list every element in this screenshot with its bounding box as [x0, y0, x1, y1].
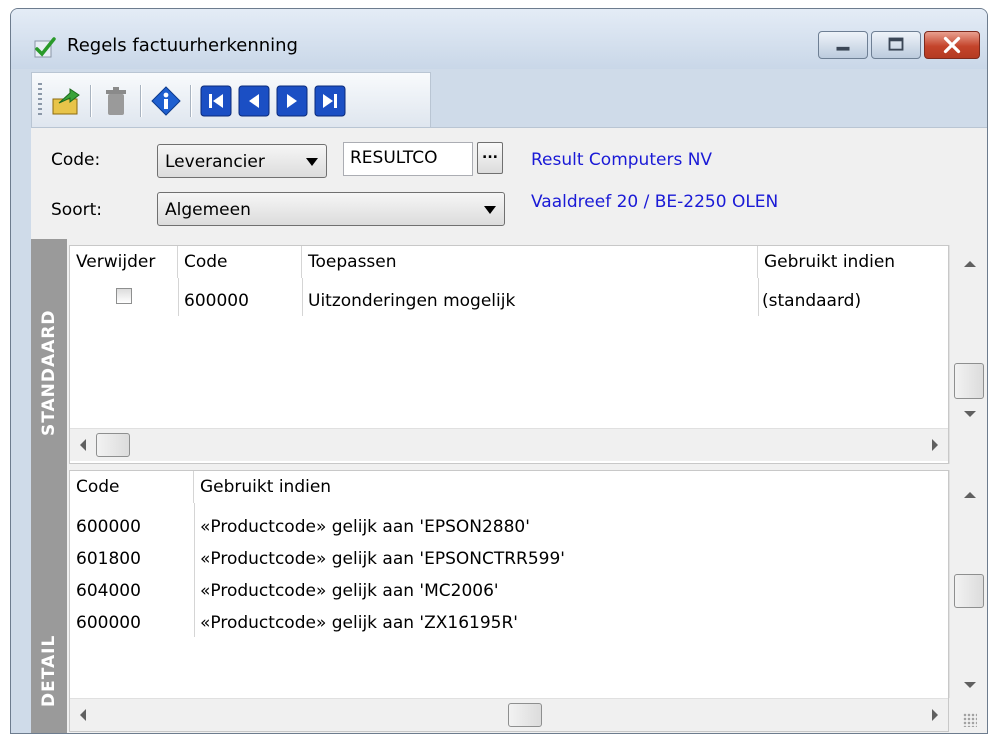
- minimize-button[interactable]: [818, 31, 868, 59]
- code-type-value: Leverancier: [165, 152, 265, 172]
- column-header-verwijder[interactable]: Verwijder: [70, 246, 178, 278]
- code-input[interactable]: RESULTCO: [343, 142, 473, 176]
- soort-dropdown[interactable]: Algemeen: [157, 192, 505, 226]
- cell-code: 601800: [76, 549, 141, 569]
- detail-label: DETAIL: [39, 634, 59, 707]
- detail-grid: Code Gebruikt indien 600000 «Productcode…: [69, 470, 949, 732]
- code-type-dropdown[interactable]: Leverancier: [157, 144, 327, 178]
- standaard-label: STANDAARD: [39, 309, 59, 436]
- standaard-section: STANDAARD Verwijder Code Toepassen Gebru…: [31, 239, 987, 464]
- window-title: Regels factuurherkenning: [67, 35, 298, 56]
- standaard-sidebar: STANDAARD: [31, 239, 67, 464]
- maximize-icon: [888, 37, 904, 51]
- check-icon: [34, 37, 56, 58]
- next-record-icon[interactable]: [276, 85, 308, 117]
- column-header-code[interactable]: Code: [70, 471, 194, 503]
- supplier-address[interactable]: Vaaldreef 20 / BE-2250 OLEN: [531, 192, 778, 212]
- minimize-icon: [836, 46, 850, 51]
- cell-gebruikt-indien: (standaard): [762, 291, 862, 311]
- detail-vertical-scrollbar[interactable]: [949, 470, 987, 698]
- maximize-button[interactable]: [871, 31, 921, 59]
- cell-code: 604000: [76, 581, 141, 601]
- column-header-code[interactable]: Code: [178, 246, 302, 278]
- chevron-down-icon: [484, 206, 496, 214]
- column-header-toepassen[interactable]: Toepassen: [302, 246, 758, 278]
- cell-code: 600000: [76, 517, 141, 537]
- resize-grip-icon[interactable]: [963, 713, 977, 727]
- cell-gebruikt-indien: «Productcode» gelijk aan 'EPSONCTRR599': [200, 549, 565, 569]
- scroll-thumb[interactable]: [954, 574, 984, 608]
- cell-gebruikt-indien: «Productcode» gelijk aan 'MC2006': [200, 581, 499, 601]
- scroll-right-icon[interactable]: [932, 439, 938, 451]
- standaard-vertical-scrollbar[interactable]: [949, 245, 987, 464]
- toolbar: [31, 72, 431, 128]
- window: Regels factuurherkenning Code: Leveranci…: [10, 8, 988, 734]
- scroll-left-icon[interactable]: [80, 439, 86, 451]
- scroll-right-icon[interactable]: [932, 709, 938, 721]
- chevron-down-icon: [306, 158, 318, 166]
- scroll-thumb[interactable]: [96, 433, 130, 457]
- scroll-up-icon[interactable]: [964, 492, 976, 498]
- supplier-name[interactable]: Result Computers NV: [531, 150, 712, 170]
- previous-record-icon[interactable]: [238, 85, 270, 117]
- column-header-gebruikt-indien[interactable]: Gebruikt indien: [758, 246, 948, 278]
- scroll-thumb[interactable]: [954, 363, 984, 399]
- browse-button[interactable]: ...: [477, 142, 503, 174]
- delete-icon[interactable]: [100, 85, 132, 117]
- scroll-down-icon[interactable]: [964, 682, 976, 688]
- scroll-thumb[interactable]: [508, 703, 542, 727]
- cell-code: 600000: [184, 291, 249, 311]
- detail-section: DETAIL Code Gebruikt indien 600000 «Prod…: [31, 464, 987, 733]
- header-panel: Code: Leverancier RESULTCO ... Result Co…: [31, 127, 987, 240]
- standaard-horizontal-scrollbar[interactable]: [70, 428, 948, 461]
- soort-value: Algemeen: [165, 200, 251, 220]
- info-icon[interactable]: [150, 85, 182, 117]
- first-record-icon[interactable]: [200, 85, 232, 117]
- cell-code: 600000: [76, 613, 141, 633]
- column-header-gebruikt-indien[interactable]: Gebruikt indien: [194, 471, 948, 503]
- code-input-value: RESULTCO: [350, 148, 438, 168]
- detail-sidebar: DETAIL: [31, 464, 67, 733]
- scroll-down-icon[interactable]: [964, 411, 976, 417]
- scroll-up-icon[interactable]: [964, 261, 976, 267]
- cell-toepassen: Uitzonderingen mogelijk: [308, 291, 516, 311]
- soort-label: Soort:: [51, 200, 102, 220]
- verwijder-checkbox[interactable]: [116, 288, 132, 304]
- close-icon: [943, 36, 961, 54]
- last-record-icon[interactable]: [314, 85, 346, 117]
- cell-gebruikt-indien: «Productcode» gelijk aan 'ZX16195R': [200, 613, 518, 633]
- export-icon[interactable]: [50, 85, 82, 117]
- code-label: Code:: [51, 150, 101, 170]
- cell-gebruikt-indien: «Productcode» gelijk aan 'EPSON2880': [200, 517, 530, 537]
- toolbar-grip[interactable]: [38, 83, 42, 117]
- detail-horizontal-scrollbar[interactable]: [70, 698, 948, 731]
- title-bar[interactable]: Regels factuurherkenning: [11, 9, 987, 69]
- scroll-left-icon[interactable]: [80, 709, 86, 721]
- close-button[interactable]: [924, 31, 980, 59]
